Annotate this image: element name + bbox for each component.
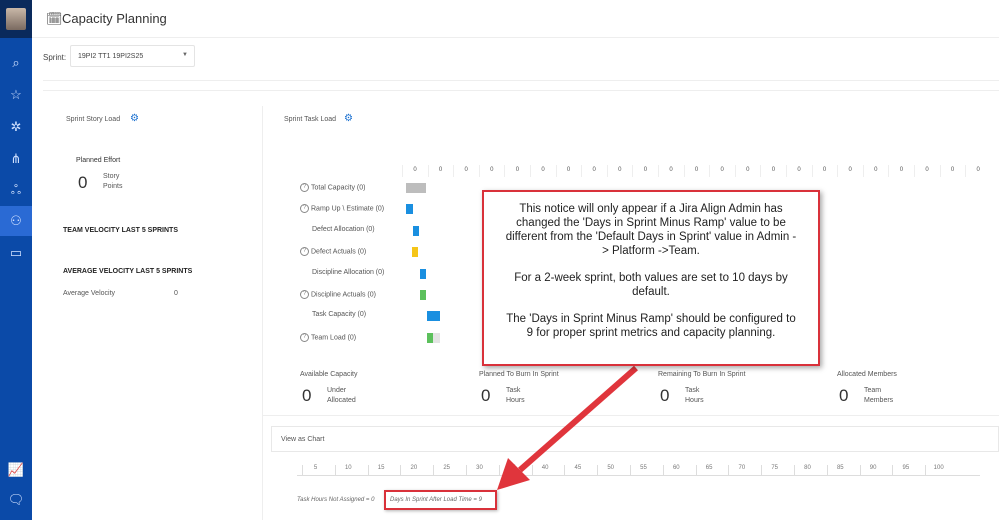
callout-notice: This notice will only appear if a Jira A… bbox=[482, 190, 820, 366]
callout-text: This notice will only appear if a Jira A… bbox=[505, 203, 797, 257]
callout-text: For a 2-week sprint, both values are set… bbox=[514, 272, 788, 298]
callout-text: The 'Days in Sprint Minus Ramp' should b… bbox=[506, 313, 796, 339]
